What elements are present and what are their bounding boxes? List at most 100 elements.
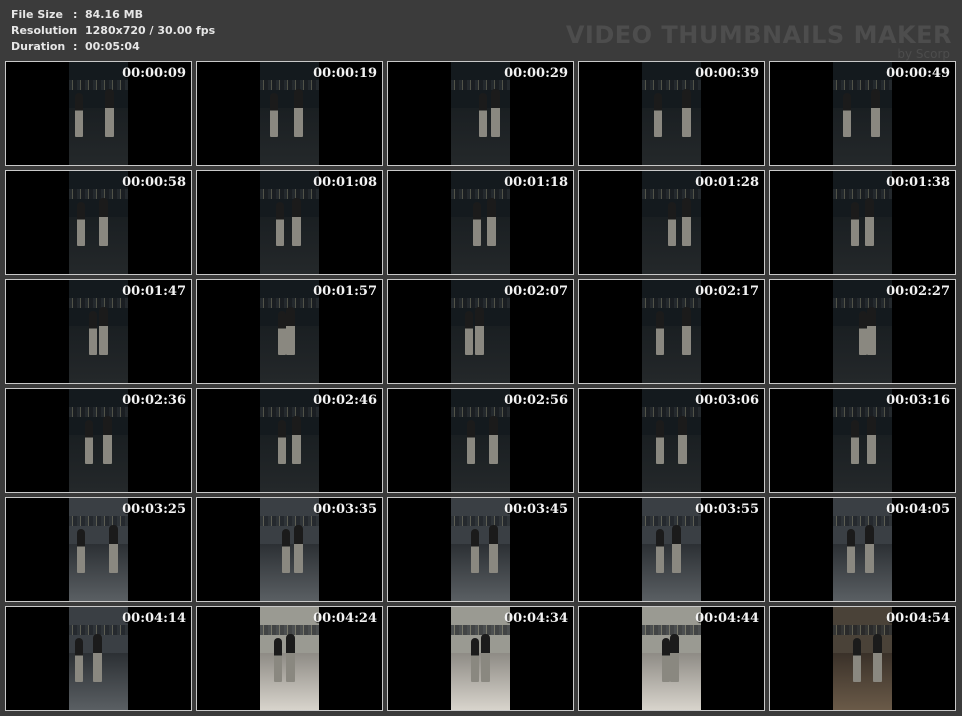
person-figure [274,638,282,682]
thumbnail-timestamp: 00:00:49 [886,66,950,81]
person-figure [286,634,295,682]
thumbnail-frame-image [260,280,319,383]
video-thumbnail[interactable]: 00:01:08 [196,170,383,275]
video-thumbnail[interactable]: 00:00:29 [387,61,574,166]
ground [451,435,510,492]
person-figure [276,202,284,246]
video-thumbnail[interactable]: 00:04:44 [578,606,765,711]
person-figure [278,420,286,464]
thumbnail-frame-image [451,171,510,274]
video-thumbnail[interactable]: 00:01:47 [5,279,192,384]
background-lights [451,407,510,417]
video-thumbnail[interactable]: 00:00:49 [769,61,956,166]
video-thumbnail[interactable]: 00:04:34 [387,606,574,711]
video-thumbnail[interactable]: 00:03:55 [578,497,765,602]
video-thumbnail[interactable]: 00:04:24 [196,606,383,711]
person-figure [89,311,97,355]
video-thumbnail[interactable]: 00:03:25 [5,497,192,602]
background-lights [642,516,701,526]
person-figure [473,202,481,246]
person-figure [481,634,490,682]
resolution-value: 1280x720 / 30.00 fps [85,24,216,37]
video-thumbnail[interactable]: 00:00:09 [5,61,192,166]
video-thumbnail[interactable]: 00:04:05 [769,497,956,602]
video-thumbnail[interactable]: 00:00:58 [5,170,192,275]
video-thumbnail[interactable]: 00:01:57 [196,279,383,384]
video-thumbnail[interactable]: 00:04:54 [769,606,956,711]
file-size-label: File Size [11,8,63,21]
video-thumbnail[interactable]: 00:02:07 [387,279,574,384]
background-lights [833,625,892,635]
background-lights [260,407,319,417]
person-figure [656,529,664,573]
thumbnail-timestamp: 00:01:08 [313,175,377,190]
thumbnail-timestamp: 00:02:07 [504,284,568,299]
thumbnail-frame-image [833,498,892,601]
background-lights [833,516,892,526]
thumbnail-frame-image [451,62,510,165]
thumbnail-timestamp: 00:02:17 [695,284,759,299]
video-thumbnail[interactable]: 00:03:45 [387,497,574,602]
background-lights [451,80,510,90]
thumbnail-timestamp: 00:01:57 [313,284,377,299]
video-thumbnail[interactable]: 00:00:19 [196,61,383,166]
background-lights [69,80,128,90]
video-thumbnail[interactable]: 00:00:39 [578,61,765,166]
thumbnail-timestamp: 00:02:56 [504,393,568,408]
thumbnail-frame-image [69,498,128,601]
person-figure [859,311,867,355]
background-lights [833,80,892,90]
thumbnail-timestamp: 00:00:19 [313,66,377,81]
ground [451,544,510,601]
thumbnail-frame-image [451,389,510,492]
thumbnail-frame-image [260,62,319,165]
video-thumbnail[interactable]: 00:01:38 [769,170,956,275]
video-thumbnail[interactable]: 00:03:35 [196,497,383,602]
duration-label: Duration [11,40,66,53]
thumbnail-timestamp: 00:00:29 [504,66,568,81]
thumbnail-frame-image [642,607,701,710]
video-thumbnail[interactable]: 00:02:46 [196,388,383,493]
resolution-row: Resolution : 1280x720 / 30.00 fps [11,23,215,39]
person-figure [682,307,691,355]
thumbnail-timestamp: 00:00:09 [122,66,186,81]
person-figure [851,420,859,464]
person-figure [465,311,473,355]
background-lights [69,298,128,308]
video-thumbnail[interactable]: 00:02:17 [578,279,765,384]
person-figure [294,525,303,573]
thumbnail-frame-image [260,171,319,274]
thumbnail-frame-image [833,62,892,165]
video-thumbnail[interactable]: 00:02:27 [769,279,956,384]
ground [833,108,892,165]
thumbnail-grid: 00:00:09 00:00:19 00:00:29 00:00:39 00:00:49… [5,61,956,711]
thumbnail-timestamp: 00:04:54 [886,611,950,626]
thumbnail-frame-image [642,62,701,165]
video-thumbnail[interactable]: 00:03:16 [769,388,956,493]
thumbnail-frame-image [69,389,128,492]
background-lights [833,189,892,199]
background-lights [642,298,701,308]
thumbnail-timestamp: 00:01:47 [122,284,186,299]
video-thumbnail[interactable]: 00:01:28 [578,170,765,275]
person-figure [491,89,500,137]
video-thumbnail[interactable]: 00:02:36 [5,388,192,493]
ground [833,217,892,274]
thumbnail-timestamp: 00:03:45 [504,502,568,517]
video-thumbnail[interactable]: 00:01:18 [387,170,574,275]
background-lights [833,407,892,417]
background-lights [69,189,128,199]
background-lights [451,189,510,199]
video-thumbnail[interactable]: 00:03:06 [578,388,765,493]
video-thumbnail[interactable]: 00:04:14 [5,606,192,711]
video-thumbnail[interactable]: 00:02:56 [387,388,574,493]
thumbnail-frame-image [451,280,510,383]
person-figure [105,89,114,137]
thumbnail-frame-image [642,498,701,601]
person-figure [847,529,855,573]
person-figure [867,307,876,355]
person-figure [487,198,496,246]
file-size-value: 84.16 MB [85,8,143,21]
person-figure [489,525,498,573]
person-figure [292,416,301,464]
